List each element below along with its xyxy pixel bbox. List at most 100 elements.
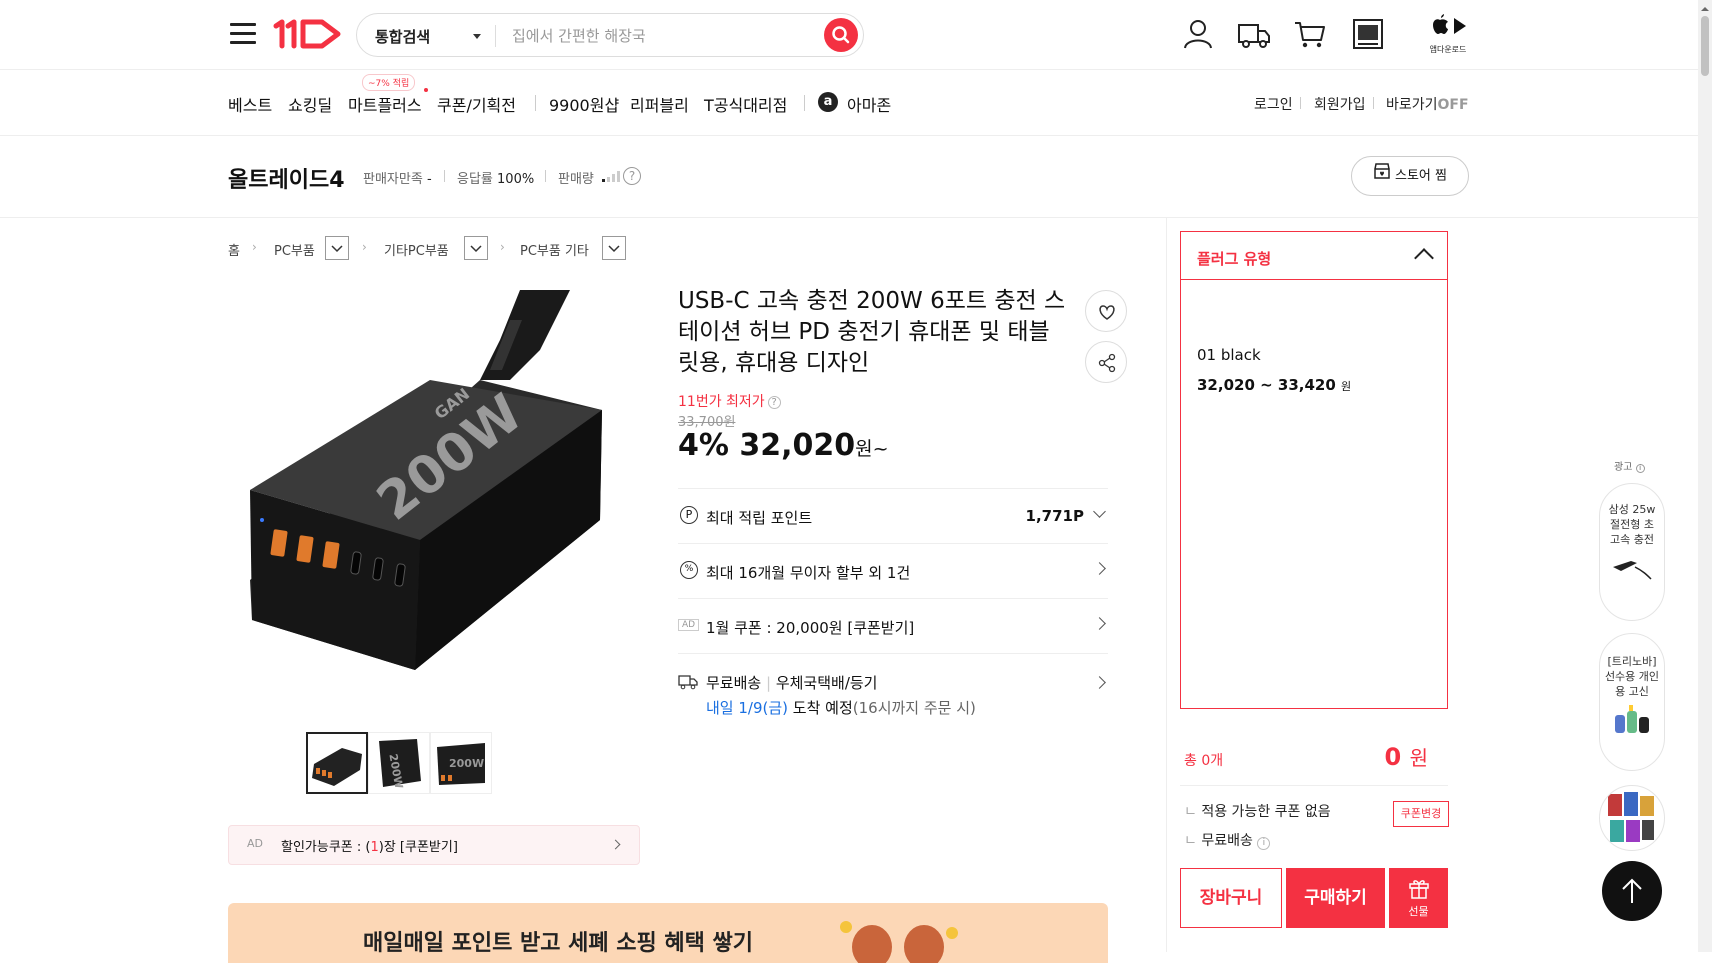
points-row[interactable]: P 최대 적립 포인트 1,771P [678, 488, 1108, 543]
option-panel: 플러그 유형 01 black 32,020 ~ 33,420 원 [1180, 231, 1448, 709]
shopping-cart-icon[interactable] [1292, 16, 1328, 52]
side-ad-card-1[interactable]: 삼성 25w 절전형 초고속 충전 [1599, 483, 1665, 621]
promo-banner[interactable]: 매일매일 포인트 받고 세폐 소핑 혜택 쌓기 [228, 903, 1108, 963]
shortcut-label: 바로가기 [1386, 97, 1438, 113]
ad-label: AD [678, 619, 700, 631]
app-download-button[interactable]: 앱다운로드 [1424, 14, 1472, 54]
total-price: 0 원 [1384, 743, 1428, 771]
scroll-to-top-button[interactable] [1602, 861, 1662, 921]
divider [444, 170, 445, 182]
seller-response-rate: 응답률 100% [457, 172, 535, 187]
scrollbar-thumb[interactable] [1701, 16, 1709, 76]
caret-down-icon[interactable] [473, 34, 481, 39]
option-header-label: 플러그 유형 [1197, 250, 1272, 268]
help-icon[interactable]: ? [623, 167, 641, 185]
heart-icon [1099, 305, 1115, 320]
gift-icon [1408, 880, 1429, 899]
breadcrumb-pc-parts-other[interactable]: PC부품 기타 [520, 240, 589, 259]
option-item[interactable]: 01 black 32,020 ~ 33,420 원 [1181, 280, 1447, 394]
point-icon: P [680, 506, 698, 524]
divider [1166, 218, 1167, 952]
option-header[interactable]: 플러그 유형 [1181, 232, 1447, 280]
nav-t-official[interactable]: T공식대리점 [704, 92, 787, 116]
hamburger-menu-icon[interactable] [230, 23, 256, 45]
wishlist-button[interactable] [1085, 290, 1127, 332]
11st-logo[interactable] [272, 16, 344, 52]
scrollbar[interactable] [1698, 0, 1712, 952]
info-icon: i [1257, 837, 1271, 850]
recent-viewed-icon[interactable] [1350, 16, 1386, 52]
total-count: 총 0개 [1184, 753, 1224, 769]
nav-best[interactable]: 베스트 [228, 92, 272, 116]
breadcrumb-dropdown[interactable] [325, 236, 349, 260]
signup-link[interactable]: 회원가입 [1314, 94, 1366, 114]
chevron-up-icon [1414, 248, 1434, 268]
breadcrumb-other-pc-parts[interactable]: 기타PC부품 [384, 240, 449, 259]
discount-rate: 4% [678, 428, 729, 463]
my-account-icon[interactable] [1180, 16, 1216, 52]
monthly-coupon-row[interactable]: AD 1월 쿠폰 : 20,000원 [쿠폰받기] [678, 598, 1108, 653]
side-ad-card-2[interactable]: [트리노바] 선수용 개인용 고신 [1599, 633, 1665, 771]
thumbnail-3[interactable]: 200W [430, 732, 492, 794]
points-label: 최대 적립 포인트 [706, 509, 813, 527]
nav-coupon[interactable]: 쿠폰/기획전 [437, 92, 516, 116]
seller-name[interactable]: 올트레이드4 [228, 162, 345, 194]
price-unit: 원~ [855, 438, 889, 460]
scroll-up-arrow-icon[interactable] [1698, 3, 1712, 15]
gloves-icon [1615, 705, 1649, 733]
search-category-select[interactable]: 통합검색 [375, 26, 430, 47]
delivery-row[interactable]: 무료배송 | 우체국택배/등기 내일 1/9(금) 도착 예정(16시까지 주문… [678, 653, 1108, 723]
nav-shocking-deal[interactable]: 쇼킹딜 [288, 92, 332, 116]
thumbnail-1[interactable] [306, 732, 368, 794]
category-nav: 베스트 쇼킹딜 마트플러스 ~7% 적립 쿠폰/기획전 9900원샵 리퍼블리 … [0, 70, 1712, 136]
coupon-bar-text: 할인가능쿠폰 : (1)장 [쿠폰받기] [281, 840, 458, 855]
store-favorite-button[interactable]: 스토어 찜 [1351, 156, 1469, 196]
delivery-truck-icon [678, 675, 698, 690]
shortcut-toggle[interactable]: 바로가기OFF [1386, 94, 1469, 114]
buy-buttons: 장바구니 구매하기 선물 [1180, 868, 1448, 928]
login-link[interactable]: 로그인 [1254, 94, 1293, 114]
search-input[interactable] [512, 25, 812, 47]
buy-now-button[interactable]: 구매하기 [1286, 868, 1385, 928]
breadcrumb-home[interactable]: 홈 [228, 240, 240, 259]
percent-icon: % [680, 561, 698, 579]
nav-amazon[interactable]: 아마존 [847, 92, 891, 116]
delivery-info: 무료배송 | 우체국택배/등기 [706, 674, 878, 692]
breadcrumb-pc-parts[interactable]: PC부품 [274, 240, 315, 259]
total-row: 총 0개 0 원 [1180, 740, 1448, 786]
sale-price: 4% 32,020원~ [678, 428, 889, 463]
shortcut-state: OFF [1437, 97, 1469, 113]
side-ad-card-3[interactable] [1599, 785, 1665, 851]
nav-mart-plus[interactable]: 마트플러스 [348, 92, 422, 116]
share-icon [1098, 353, 1116, 373]
option-name: 01 black [1197, 346, 1261, 364]
product-main-image[interactable]: 200W GAN [240, 290, 640, 690]
price-value: 32,020 [739, 428, 856, 463]
seller-sales: 판매량 [558, 172, 594, 187]
installment-text: 최대 16개월 무이자 할부 외 1건 [706, 564, 911, 582]
installment-row[interactable]: % 최대 16개월 무이자 할부 외 1건 [678, 543, 1108, 598]
coupon-bar[interactable]: AD 할인가능쿠폰 : (1)장 [쿠폰받기] [228, 825, 640, 865]
chevron-right-icon [1093, 676, 1106, 689]
seller-satisfaction: 판매자만족 - [363, 172, 432, 187]
chevron-right-icon: › [362, 240, 367, 254]
search-button[interactable] [824, 18, 858, 52]
share-button[interactable] [1085, 341, 1127, 383]
help-icon[interactable]: ? [767, 395, 781, 409]
thumbnail-2[interactable]: 200W [368, 732, 430, 794]
nav-refurbly[interactable]: 리퍼블리 [630, 92, 689, 116]
nav-9900-shop[interactable]: 9900원샵 [549, 92, 619, 116]
add-to-cart-button[interactable]: 장바구니 [1180, 868, 1282, 928]
coupon-change-button[interactable]: 쿠폰변경 [1393, 801, 1449, 827]
amazon-icon[interactable]: a [818, 92, 838, 112]
product-title: USB-C 고속 충전 200W 6포트 충전 스테이션 허브 PD 충전기 휴… [678, 288, 1066, 376]
breadcrumb-dropdown[interactable] [602, 236, 626, 260]
side-ad-1-text: 삼성 25w 절전형 초고속 충전 [1608, 503, 1656, 546]
gift-button[interactable]: 선물 [1389, 868, 1448, 928]
delivery-truck-icon[interactable] [1236, 16, 1272, 52]
breadcrumb-dropdown[interactable] [464, 236, 488, 260]
product-collage-icon [1608, 792, 1654, 842]
points-value: 1,771P [1025, 507, 1084, 525]
divider [1300, 97, 1301, 109]
app-download-label: 앱다운로드 [1429, 45, 1467, 54]
